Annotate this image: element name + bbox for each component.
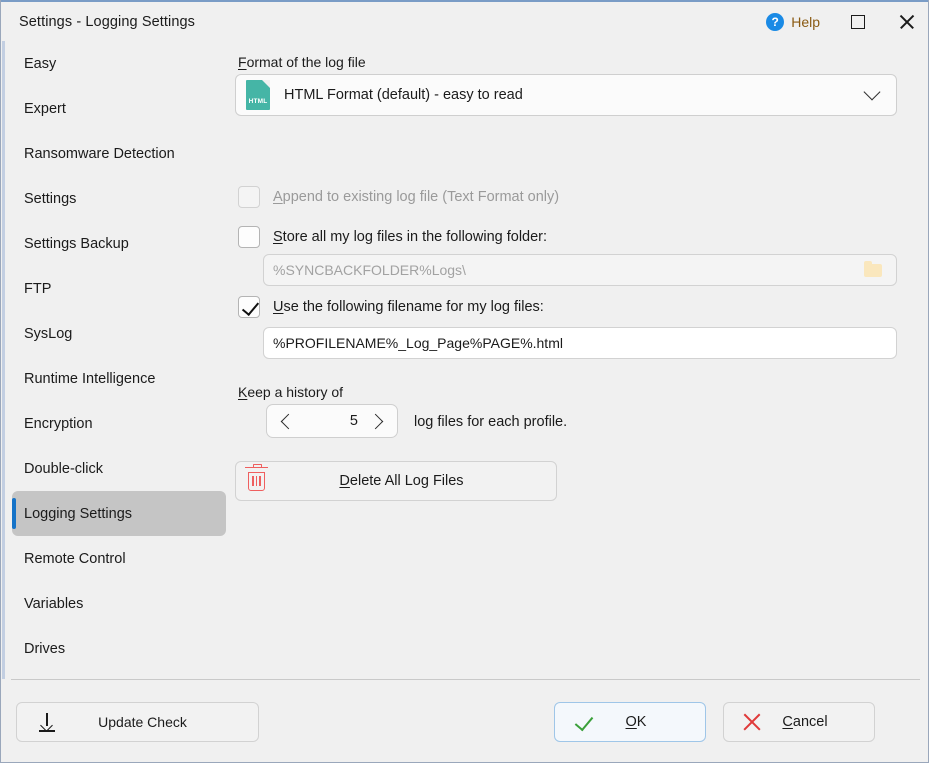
download-arrow-icon <box>39 712 55 732</box>
footer-separator <box>11 679 920 680</box>
sidebar-item-label: Encryption <box>24 415 93 432</box>
filename-checkbox[interactable] <box>238 296 260 318</box>
log-filename-value: %PROFILENAME%_Log_Page%PAGE%.html <box>273 335 563 351</box>
help-label: Help <box>791 13 820 30</box>
history-count-value: 5 <box>349 413 358 429</box>
main-panel: Format of the log file HTML HTML Format … <box>233 41 928 679</box>
sidebar-item-label: Double-click <box>24 460 103 477</box>
html-file-icon: HTML <box>246 80 270 110</box>
append-to-log-label: Append to existing log file (Text Format… <box>273 189 560 205</box>
ok-label: OK <box>625 714 647 730</box>
history-count-stepper[interactable]: 5 <box>266 404 398 438</box>
chevron-right-icon[interactable] <box>367 413 384 429</box>
sidebar-item-runtime-intelligence[interactable]: Runtime Intelligence <box>12 356 226 401</box>
store-folder-checkbox[interactable] <box>238 226 260 248</box>
close-icon <box>898 13 915 30</box>
cancel-button[interactable]: Cancel <box>723 702 875 742</box>
store-folder-checkbox-row[interactable]: Store all my log files in the following … <box>238 226 547 248</box>
sidebar-item-label: Logging Settings <box>24 505 133 522</box>
update-check-label: Update Check <box>98 714 187 730</box>
sidebar-item-label: Remote Control <box>24 550 126 567</box>
delete-all-log-files-button[interactable]: Delete All Log Files <box>235 461 557 501</box>
maximize-button[interactable] <box>834 1 882 42</box>
sidebar-item-easy[interactable]: Easy <box>12 41 226 86</box>
chevron-down-icon <box>863 83 881 101</box>
history-suffix-label: log files for each profile. <box>414 414 568 430</box>
sidebar-item-logging-settings[interactable]: Logging Settings <box>12 491 226 536</box>
sidebar-item-ftp[interactable]: FTP <box>12 266 226 311</box>
sidebar-item-drives[interactable]: Drives <box>12 626 226 671</box>
sidebar-item-label: Drives <box>24 640 66 657</box>
sidebar-item-label: Settings Backup <box>24 235 129 252</box>
append-to-log-checkbox <box>238 186 260 208</box>
log-format-dropdown[interactable]: HTML HTML Format (default) - easy to rea… <box>235 74 897 116</box>
help-icon: ? <box>766 12 785 31</box>
sidebar-item-label: Settings <box>24 190 77 207</box>
sidebar-item-settings-backup[interactable]: Settings Backup <box>12 221 226 266</box>
x-icon <box>742 712 762 732</box>
close-button[interactable] <box>882 1 928 42</box>
title-bar: Settings - Logging Settings ? Help <box>1 0 928 42</box>
format-label: Format of the log file <box>238 54 366 70</box>
settings-window: Settings - Logging Settings ? Help Easy … <box>0 0 929 763</box>
sidebar-item-expert[interactable]: Expert <box>12 86 226 131</box>
sidebar: Easy Expert Ransomware Detection Setting… <box>2 41 233 679</box>
delete-all-log-files-label: Delete All Log Files <box>339 473 464 489</box>
sidebar-item-label: Runtime Intelligence <box>24 370 156 387</box>
sidebar-item-label: SysLog <box>24 325 73 342</box>
filename-label: Use the following filename for my log fi… <box>273 299 544 315</box>
sidebar-item-label: FTP <box>24 280 52 297</box>
log-folder-value: %SYNCBACKFOLDER%Logs\ <box>273 262 466 278</box>
sidebar-item-encryption[interactable]: Encryption <box>12 401 226 446</box>
sidebar-item-remote-control[interactable]: Remote Control <box>12 536 226 581</box>
maximize-icon <box>851 14 865 29</box>
help-button[interactable]: ? Help <box>752 2 834 41</box>
title-bar-controls: ? Help <box>752 1 928 42</box>
sidebar-item-syslog[interactable]: SysLog <box>12 311 226 356</box>
log-folder-input[interactable]: %SYNCBACKFOLDER%Logs\ <box>263 254 897 286</box>
sidebar-item-label: Variables <box>24 595 84 612</box>
filename-checkbox-row[interactable]: Use the following filename for my log fi… <box>238 296 544 318</box>
append-to-log-checkbox-row: Append to existing log file (Text Format… <box>238 186 559 208</box>
sidebar-item-label: Easy <box>24 55 57 72</box>
trash-icon <box>245 463 268 491</box>
folder-icon[interactable] <box>864 260 882 277</box>
cancel-label: Cancel <box>782 714 828 730</box>
sidebar-item-variables[interactable]: Variables <box>12 581 226 626</box>
ok-button[interactable]: OK <box>554 702 706 742</box>
sidebar-item-double-click[interactable]: Double-click <box>12 446 226 491</box>
sidebar-item-ransomware-detection[interactable]: Ransomware Detection <box>12 131 226 176</box>
sidebar-item-settings[interactable]: Settings <box>12 176 226 221</box>
checkmark-icon <box>573 712 593 732</box>
update-check-button[interactable]: Update Check <box>16 702 259 742</box>
history-label: Keep a history of <box>238 384 344 400</box>
sidebar-item-label: Expert <box>24 100 66 117</box>
window-title: Settings - Logging Settings <box>19 13 196 30</box>
sidebar-item-label: Ransomware Detection <box>24 145 175 162</box>
log-format-value: HTML Format (default) - easy to read <box>284 87 523 103</box>
log-filename-input[interactable]: %PROFILENAME%_Log_Page%PAGE%.html <box>263 327 897 359</box>
store-folder-label: Store all my log files in the following … <box>273 229 548 245</box>
